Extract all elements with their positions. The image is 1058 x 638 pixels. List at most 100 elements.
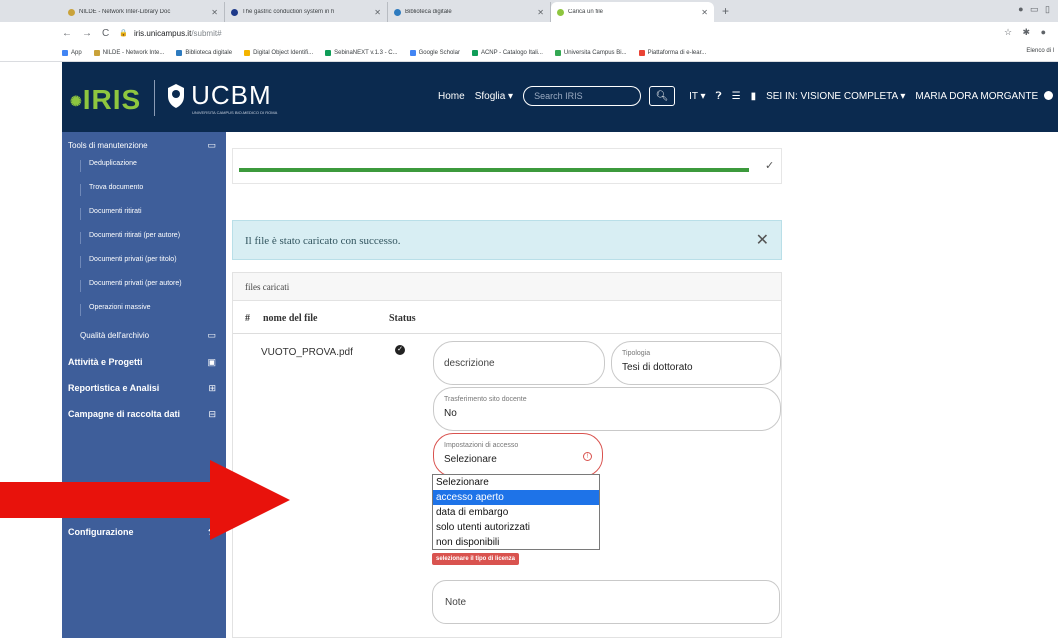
panel-header: files caricati bbox=[233, 273, 781, 301]
browser-tab[interactable]: The gastric conduction system in h ✕ bbox=[225, 2, 388, 22]
folder-icon: ▭ bbox=[207, 139, 216, 150]
bookmark-item[interactable]: App bbox=[62, 49, 82, 56]
forward-arrow-icon[interactable]: → bbox=[82, 28, 92, 39]
sidebar-item-archive-quality[interactable]: Qualità dell'archivio ▭ bbox=[62, 328, 226, 342]
bookmark-item[interactable]: Digital Object Identifi... bbox=[244, 49, 313, 56]
tab-close-icon[interactable]: ✕ bbox=[537, 8, 544, 17]
bookmark-favicon-icon bbox=[93, 49, 100, 56]
browser-extensions-icon[interactable]: ☆ ✱ ● bbox=[1004, 27, 1050, 38]
tab-title: NILDE - Network Inter-Library Doc bbox=[79, 9, 171, 15]
table-icon: ⊟ bbox=[208, 408, 216, 419]
bookmark-favicon-icon bbox=[244, 49, 251, 56]
access-option[interactable]: data di embargo bbox=[433, 505, 599, 520]
bookmark-favicon-icon bbox=[409, 49, 416, 56]
tab-favicon-icon bbox=[557, 8, 564, 16]
bookmark-item[interactable]: NILDE - Network Inte... bbox=[93, 49, 164, 56]
avatar-icon bbox=[1044, 91, 1054, 101]
user-name: MARIA DORA MORGANTE bbox=[915, 90, 1039, 102]
address-bar: ← → C 🔒 iris.unicampus.it/submit# ☆ ✱ ● bbox=[0, 22, 1058, 44]
notes-textarea[interactable]: Note bbox=[432, 580, 780, 624]
sidebar-subitem-find-document[interactable]: Trova documento bbox=[80, 184, 226, 196]
reload-icon[interactable]: C bbox=[102, 28, 109, 39]
panel-title: files caricati bbox=[245, 282, 290, 292]
access-settings-label: Impostazioni di accesso bbox=[444, 442, 519, 449]
window-controls-icon[interactable]: ● ▭ ▯ bbox=[1018, 4, 1052, 15]
header-nav: Home Sfoglia ▾ 🔍︎ IT ▾ ❓︎ ☰ ▮ SEI IN: VI… bbox=[438, 86, 1058, 106]
list-icon[interactable]: ☰ bbox=[732, 91, 741, 102]
bookmark-favicon-icon bbox=[176, 49, 183, 56]
iris-logo[interactable]: ✺IRIS bbox=[70, 84, 141, 116]
bookmark-favicon-icon bbox=[325, 49, 332, 56]
tipologia-field[interactable]: Tipologia Tesi di dottorato bbox=[611, 341, 781, 385]
bookmark-item[interactable]: Piattaforma di e-lear... bbox=[638, 49, 706, 56]
tipologia-value: Tesi di dottorato bbox=[622, 362, 693, 373]
trasferimento-value: No bbox=[444, 408, 457, 419]
column-header-status: Status bbox=[389, 313, 416, 324]
tipologia-label: Tipologia bbox=[622, 350, 651, 357]
new-tab-plus-icon[interactable]: + bbox=[722, 4, 729, 18]
browser-tab[interactable]: NILDE - Network Inter-Library Doc ✕ bbox=[62, 2, 225, 22]
status-check-icon: ✓ bbox=[395, 345, 405, 355]
language-dropdown[interactable]: IT ▾ bbox=[689, 91, 706, 102]
trasferimento-field[interactable]: Trasferimento sito docente No bbox=[433, 387, 781, 431]
main-content: ✓ Il file è stato caricato con successo.… bbox=[226, 132, 1058, 638]
back-arrow-icon[interactable]: ← bbox=[62, 28, 72, 39]
description-field[interactable]: descrizione bbox=[433, 341, 605, 385]
tab-close-icon[interactable]: ✕ bbox=[701, 8, 708, 17]
alert-message: Il file è stato caricato con successo. bbox=[245, 235, 401, 247]
sidebar-item-reports[interactable]: Reportistica e Analisi ⊞ bbox=[62, 380, 226, 396]
bookmark-item[interactable]: Google Scholar bbox=[409, 49, 460, 56]
help-icon[interactable]: ❓︎ bbox=[716, 91, 722, 102]
tab-title: Biblioteca digitale bbox=[405, 9, 452, 15]
tab-favicon-icon bbox=[394, 8, 401, 16]
search-input[interactable] bbox=[523, 86, 642, 106]
nav-browse-dropdown[interactable]: Sfoglia ▾ bbox=[475, 91, 513, 102]
bookmarks-bar: App NILDE - Network Inte... Biblioteca d… bbox=[0, 44, 1058, 62]
apps-grid-icon bbox=[62, 49, 68, 56]
search-button[interactable]: 🔍︎ bbox=[649, 86, 676, 106]
bookmark-item[interactable]: Biblioteca digitale bbox=[176, 49, 232, 56]
nav-home-link[interactable]: Home bbox=[438, 91, 465, 102]
ucbm-logo[interactable]: UCBM UNIVERSITA CAMPUS BIO-MEDICO DI ROM… bbox=[164, 80, 277, 115]
sidebar-subitem-deduplication[interactable]: Deduplicazione bbox=[80, 160, 226, 172]
success-alert: Il file è stato caricato con successo. ✕ bbox=[232, 220, 782, 260]
browser-tab-bar: NILDE - Network Inter-Library Doc ✕ The … bbox=[0, 0, 1058, 22]
browser-tab-active[interactable]: Carica un file ✕ bbox=[551, 2, 714, 22]
access-options-dropdown[interactable]: Selezionare accesso aperto data di embar… bbox=[432, 474, 600, 550]
trasferimento-label: Trasferimento sito docente bbox=[444, 396, 527, 403]
tab-favicon-icon bbox=[231, 8, 238, 16]
column-header-index: # bbox=[245, 313, 250, 324]
bookmark-item[interactable]: SebinaNEXT v.1.3 - C... bbox=[325, 49, 398, 56]
access-option[interactable]: non disponibili bbox=[433, 535, 599, 550]
sidebar-subitem-withdrawn-by-author[interactable]: Documenti ritirati (per autore) bbox=[80, 232, 226, 244]
bookmark-favicon-icon bbox=[471, 49, 478, 56]
sidebar-item-campaigns[interactable]: Campagne di raccolta dati ⊟ bbox=[62, 406, 226, 422]
ucbm-crest-icon bbox=[168, 83, 184, 108]
tab-close-icon[interactable]: ✕ bbox=[374, 8, 381, 17]
view-mode-dropdown[interactable]: SEI IN: VISIONE COMPLETA ▾ bbox=[766, 91, 905, 102]
tab-close-icon[interactable]: ✕ bbox=[211, 8, 218, 17]
access-option-highlighted[interactable]: accesso aperto bbox=[433, 490, 599, 505]
upload-progress-bar bbox=[239, 168, 749, 172]
url-field[interactable]: 🔒 iris.unicampus.it/submit# bbox=[119, 29, 221, 38]
reading-list-link[interactable]: Elenco di l bbox=[1026, 48, 1054, 54]
bookmark-icon[interactable]: ▮ bbox=[751, 91, 757, 102]
bookmark-favicon-icon bbox=[554, 49, 561, 56]
user-menu[interactable]: MARIA DORA MORGANTE bbox=[915, 90, 1054, 102]
bookmark-item[interactable]: ACNP - Catalogo Itali... bbox=[471, 49, 543, 56]
sidebar-item-tools[interactable]: Tools di manutenzione ▭ bbox=[62, 138, 226, 152]
sidebar-subitem-bulk-operations[interactable]: Operazioni massive bbox=[80, 304, 226, 316]
sidebar-subitem-withdrawn[interactable]: Documenti ritirati bbox=[80, 208, 226, 220]
close-icon[interactable]: ✕ bbox=[756, 230, 769, 250]
access-option[interactable]: Selezionare bbox=[433, 475, 599, 490]
logo-divider bbox=[154, 80, 155, 116]
bookmark-item[interactable]: Universita Campus Bi... bbox=[554, 49, 627, 56]
lock-icon: 🔒 bbox=[119, 30, 128, 37]
sidebar-subitem-private-by-title[interactable]: Documenti privati (per titolo) bbox=[80, 256, 226, 268]
sidebar-item-activities[interactable]: Attività e Progetti ▣ bbox=[62, 354, 226, 370]
sidebar: Tools di manutenzione ▭ Deduplicazione T… bbox=[62, 132, 226, 638]
browser-tab[interactable]: Biblioteca digitale ✕ bbox=[388, 2, 551, 22]
access-option[interactable]: solo utenti autorizzati bbox=[433, 520, 599, 535]
sidebar-subitem-private-by-author[interactable]: Documenti privati (per autore) bbox=[80, 280, 226, 292]
access-settings-select[interactable]: Impostazioni di accesso Selezionare ! bbox=[433, 433, 603, 477]
